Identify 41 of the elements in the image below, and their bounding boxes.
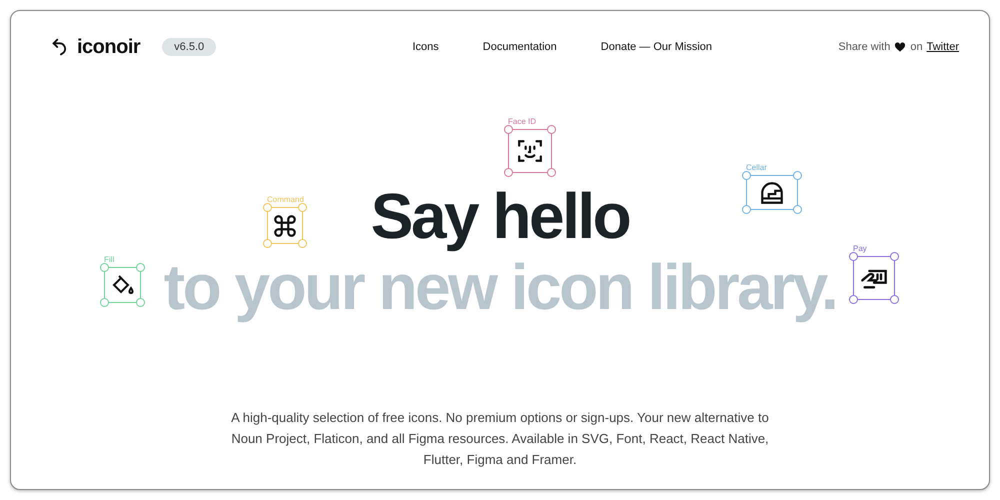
- selection-handle[interactable]: [547, 168, 556, 177]
- face-id-icon: [517, 138, 543, 164]
- selection-handle[interactable]: [742, 171, 751, 180]
- nav-link[interactable]: Documentation: [482, 41, 557, 53]
- description: A high-quality selection of free icons. No premium options or sign-ups. Your new alternative to Noun Project, Flaticon, and all Figma resources. Available in SVG, Font, React, React Native, Flutter, Figma and Framer.: [230, 409, 770, 469]
- selection-handle[interactable]: [136, 298, 145, 307]
- heart-icon: [894, 42, 906, 52]
- version-badge: v6.5.0: [162, 38, 216, 56]
- selection-handle[interactable]: [298, 239, 307, 248]
- share-text: on: [910, 41, 923, 53]
- paint-bucket-icon: [110, 273, 134, 297]
- icon-label: Command: [267, 195, 304, 204]
- twitter-link[interactable]: Twitter: [926, 41, 959, 53]
- selection-handle[interactable]: [263, 239, 272, 248]
- icon-label: Cellar: [746, 163, 767, 172]
- nav-link[interactable]: Icons: [412, 41, 439, 53]
- selection-handle[interactable]: [890, 295, 899, 304]
- share-text: Share with: [838, 41, 890, 53]
- subheadline: to your new icon library.: [164, 253, 836, 321]
- icon-label: Fill: [104, 255, 114, 264]
- brand-name[interactable]: iconoir: [77, 36, 140, 58]
- selection-handle[interactable]: [136, 263, 145, 272]
- selection-handle[interactable]: [547, 125, 556, 134]
- selection-handle[interactable]: [504, 168, 513, 177]
- selection-handle[interactable]: [100, 263, 109, 272]
- command-icon: [272, 212, 298, 238]
- icon-label: Pay: [853, 244, 867, 253]
- selection-handle[interactable]: [504, 125, 513, 134]
- selection-handle[interactable]: [849, 252, 858, 261]
- icon-label: Face ID: [508, 117, 536, 126]
- selection-handle[interactable]: [793, 205, 802, 214]
- headline: Say hello: [370, 179, 630, 253]
- selection-handle[interactable]: [100, 298, 109, 307]
- selection-handle[interactable]: [890, 252, 899, 261]
- selection-handle[interactable]: [742, 205, 751, 214]
- selection-handle[interactable]: [793, 171, 802, 180]
- selection-handle[interactable]: [298, 203, 307, 212]
- selection-handle[interactable]: [263, 203, 272, 212]
- selection-handle[interactable]: [849, 295, 858, 304]
- nav-link[interactable]: Donate — Our Mission: [600, 41, 712, 53]
- cellar-icon: [759, 180, 785, 206]
